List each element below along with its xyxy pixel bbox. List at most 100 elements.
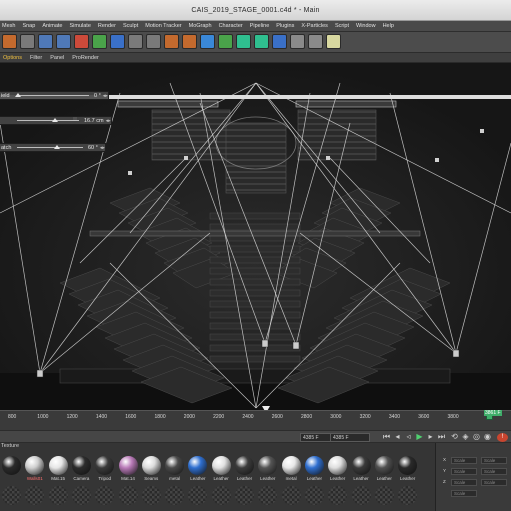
material-swatch[interactable]: Leather bbox=[304, 455, 325, 482]
timeline-ruler[interactable]: 800 1000 1200 1400 1600 1800 2000 2200 2400 2600 2… bbox=[0, 410, 511, 430]
material-swatch[interactable] bbox=[24, 485, 45, 511]
material-swatch[interactable] bbox=[397, 485, 418, 511]
menu-item-window[interactable]: Window bbox=[356, 23, 376, 29]
menu-item-x-particles[interactable]: X-Particles bbox=[301, 23, 328, 29]
material-swatch[interactable] bbox=[374, 485, 395, 511]
material-swatch[interactable]: Mat.14 bbox=[118, 455, 139, 482]
step-forward-icon[interactable]: ▸ bbox=[426, 432, 435, 442]
hud-slider-knob[interactable] bbox=[52, 118, 59, 122]
material-swatch[interactable]: Leather bbox=[234, 455, 255, 482]
coordinate-field[interactable]: Scale bbox=[451, 490, 477, 497]
loop-icon[interactable]: ⟲ bbox=[450, 432, 459, 442]
material-swatch[interactable]: Leather bbox=[374, 455, 395, 482]
material-swatch[interactable] bbox=[1, 455, 22, 482]
subdivision-icon[interactable] bbox=[236, 34, 251, 49]
move-icon[interactable] bbox=[20, 34, 35, 49]
x-axis-icon[interactable] bbox=[74, 34, 89, 49]
play-icon[interactable]: ▶ bbox=[415, 432, 424, 442]
undo-icon[interactable] bbox=[2, 34, 17, 49]
coordinate-system-icon[interactable] bbox=[128, 34, 143, 49]
material-swatch[interactable] bbox=[234, 485, 255, 511]
z-axis-icon[interactable] bbox=[110, 34, 125, 49]
hud-arrows-icon[interactable]: ◂▸ bbox=[106, 118, 111, 124]
material-swatch[interactable]: Camera bbox=[71, 455, 92, 482]
material-swatch[interactable] bbox=[1, 485, 22, 511]
hud-slider-row[interactable]: atch 60 ° ◂▸ bbox=[0, 143, 106, 152]
keyframe-select-icon[interactable]: ◉ bbox=[483, 432, 492, 442]
hud-slider-track[interactable] bbox=[15, 93, 89, 97]
scale-icon[interactable] bbox=[38, 34, 53, 49]
autokey-icon[interactable]: ◎ bbox=[472, 432, 481, 442]
material-swatch[interactable]: Leather bbox=[397, 455, 418, 482]
viewport-menu-filter[interactable]: Filter bbox=[30, 55, 42, 61]
menu-item-pipeline[interactable]: Pipeline bbox=[250, 23, 270, 29]
material-swatch[interactable] bbox=[164, 485, 185, 511]
material-swatch[interactable]: Leather bbox=[187, 455, 208, 482]
material-swatch[interactable] bbox=[351, 485, 372, 511]
menu-item-animate[interactable]: Animate bbox=[42, 23, 62, 29]
material-swatch[interactable] bbox=[257, 485, 278, 511]
menu-item-render[interactable]: Render bbox=[98, 23, 116, 29]
menu-item-script[interactable]: Script bbox=[335, 23, 349, 29]
hud-slider-knob[interactable] bbox=[53, 145, 60, 149]
pen-icon[interactable] bbox=[218, 34, 233, 49]
material-swatch[interactable] bbox=[211, 485, 232, 511]
light-icon[interactable] bbox=[326, 34, 341, 49]
hud-slider-row[interactable]: 16.7 cm ◂▸ bbox=[0, 116, 112, 125]
coordinate-field[interactable]: Scale bbox=[451, 457, 477, 464]
hud-slider-row[interactable]: ield 0 ° ◂▸ bbox=[0, 91, 109, 100]
hud-slider-knob[interactable] bbox=[15, 93, 22, 97]
material-swatch[interactable] bbox=[48, 485, 69, 511]
3d-viewport[interactable]: ield 0 ° ◂▸ 16.7 cm ◂▸ atch 60 ° ◂▸ bbox=[0, 63, 511, 410]
floor-icon[interactable] bbox=[290, 34, 305, 49]
step-back-icon[interactable]: ◂ bbox=[393, 432, 402, 442]
viewport-menu-prorender[interactable]: ProRender bbox=[72, 55, 99, 61]
material-swatch[interactable]: Leather bbox=[327, 455, 348, 482]
menu-item-sculpt[interactable]: Sculpt bbox=[123, 23, 138, 29]
cube-icon[interactable] bbox=[200, 34, 215, 49]
menu-item-simulate[interactable]: Simulate bbox=[70, 23, 91, 29]
material-swatch[interactable] bbox=[71, 485, 92, 511]
rotate-icon[interactable] bbox=[56, 34, 71, 49]
render-settings-icon[interactable] bbox=[182, 34, 197, 49]
material-swatch[interactable] bbox=[94, 485, 115, 511]
menu-item-motion-tracker[interactable]: Motion Tracker bbox=[145, 23, 181, 29]
coordinate-field[interactable]: Scale bbox=[481, 479, 507, 486]
menu-item-snap[interactable]: Snap bbox=[22, 23, 35, 29]
go-to-end-icon[interactable]: ⏭ bbox=[437, 432, 446, 442]
coordinate-field[interactable]: Scale bbox=[451, 468, 477, 475]
menu-item-plugins[interactable]: Plugins bbox=[276, 23, 294, 29]
viewport-menu-panel[interactable]: Panel bbox=[50, 55, 64, 61]
coordinate-field[interactable]: Scale bbox=[481, 468, 507, 475]
material-menu-texture[interactable]: Texture bbox=[0, 443, 19, 452]
hud-slider-track[interactable] bbox=[17, 118, 79, 122]
material-swatch[interactable] bbox=[304, 485, 325, 511]
menu-item-mesh[interactable]: Mesh bbox=[2, 23, 15, 29]
coordinate-field[interactable]: Scale bbox=[481, 457, 507, 464]
material-swatch[interactable] bbox=[281, 485, 302, 511]
material-swatch[interactable]: Leather bbox=[211, 455, 232, 482]
material-swatch[interactable] bbox=[327, 485, 348, 511]
go-to-start-icon[interactable]: ⏮ bbox=[382, 432, 391, 442]
coordinate-field[interactable]: Scale bbox=[451, 479, 477, 486]
material-swatch[interactable]: Leather bbox=[351, 455, 372, 482]
camera-icon[interactable] bbox=[308, 34, 323, 49]
menu-item-help[interactable]: Help bbox=[383, 23, 394, 29]
material-swatch[interactable] bbox=[118, 485, 139, 511]
material-swatch[interactable] bbox=[141, 485, 162, 511]
render-region-icon[interactable] bbox=[146, 34, 161, 49]
hud-arrows-icon[interactable]: ◂▸ bbox=[100, 145, 105, 151]
material-swatch[interactable]: metal bbox=[164, 455, 185, 482]
record-icon[interactable]: ! bbox=[497, 433, 508, 442]
keyframe-icon[interactable]: ◈ bbox=[461, 432, 470, 442]
material-swatch[interactable]: Leather bbox=[257, 455, 278, 482]
menu-item-mograph[interactable]: MoGraph bbox=[189, 23, 212, 29]
render-view-icon[interactable] bbox=[164, 34, 179, 49]
material-swatch[interactable]: metal bbox=[281, 455, 302, 482]
material-swatch[interactable]: Walls01 bbox=[24, 455, 45, 482]
menu-item-character[interactable]: Character bbox=[219, 23, 243, 29]
material-swatch[interactable] bbox=[187, 485, 208, 511]
array-icon[interactable] bbox=[254, 34, 269, 49]
play-back-icon[interactable]: ◃ bbox=[404, 432, 413, 442]
material-swatch[interactable]: Seams bbox=[141, 455, 162, 482]
